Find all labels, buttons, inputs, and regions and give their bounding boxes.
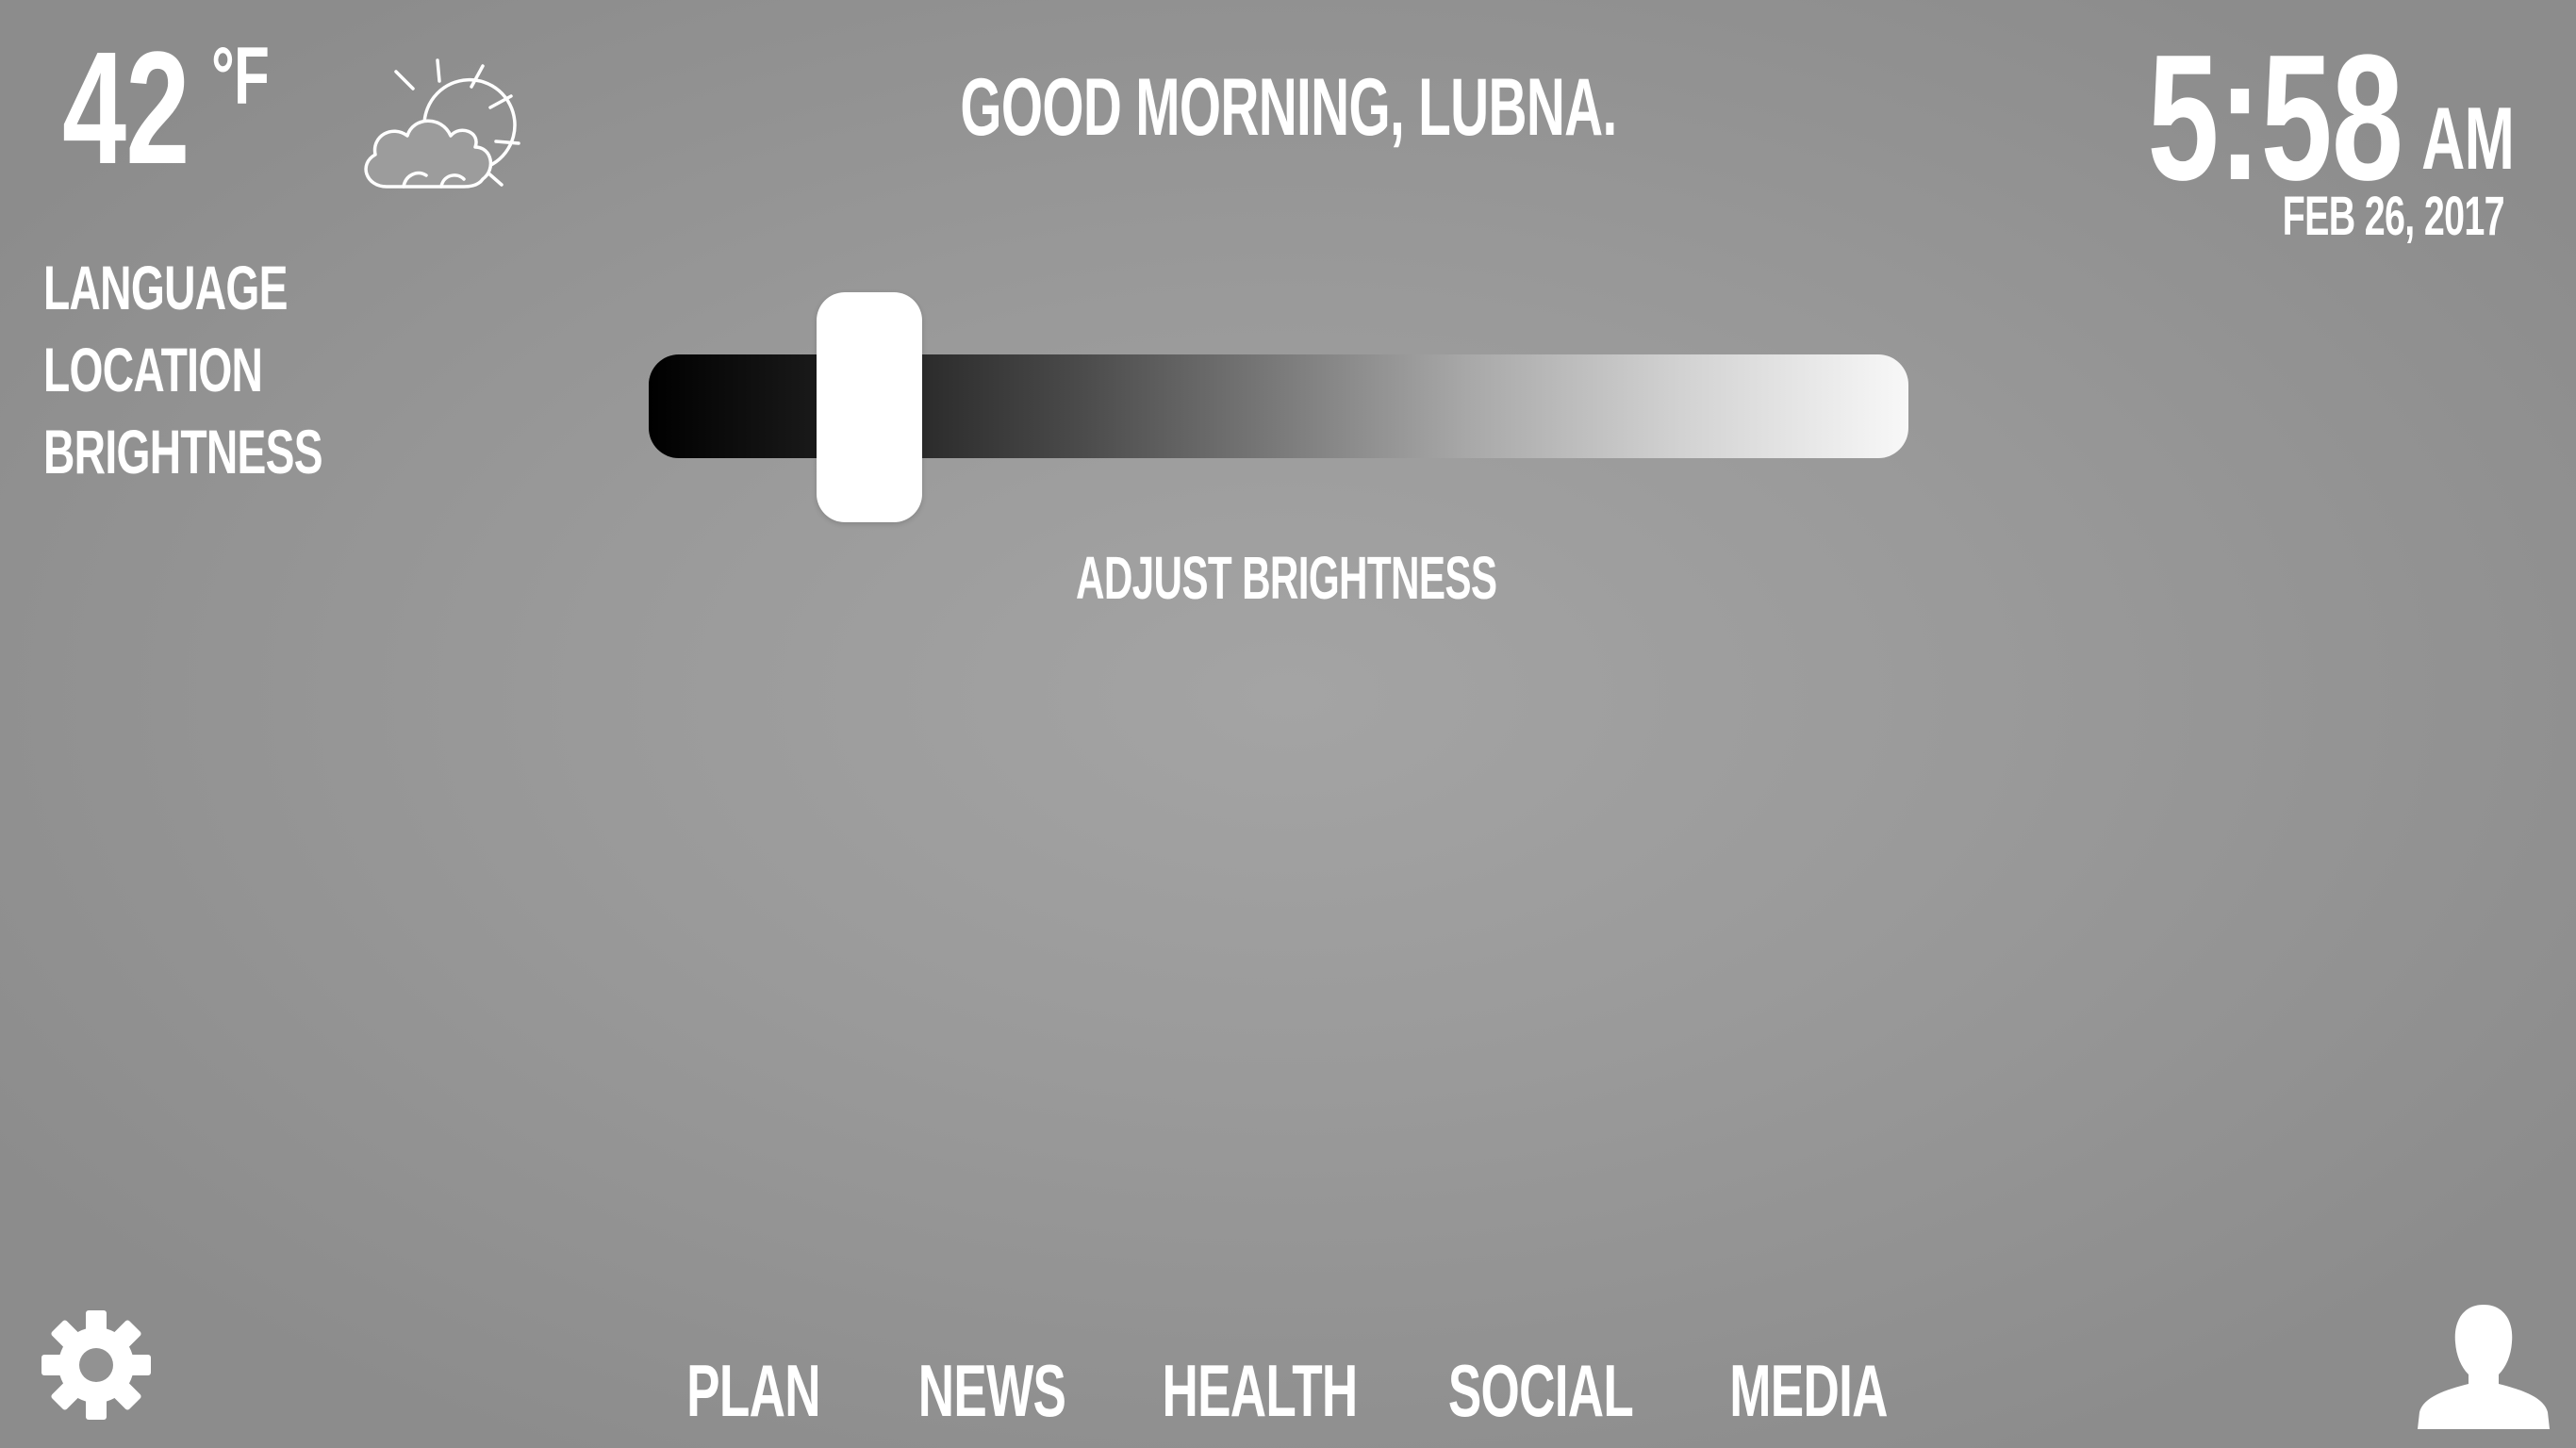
bottom-nav: PLAN NEWS HEALTH SOCIAL MEDIA (0, 1339, 2576, 1442)
slider-thumb[interactable] (816, 292, 922, 522)
brightness-slider[interactable] (649, 292, 1908, 524)
date-value: FEB 26, 2017 (2282, 186, 2505, 247)
nav-label: MEDIA (1729, 1349, 1888, 1432)
time-value: 5:58 (2147, 18, 2403, 218)
menu-item-language[interactable]: LANGUAGE (43, 247, 383, 329)
menu-item-label: LOCATION (43, 335, 263, 404)
nav-label: SOCIAL (1447, 1349, 1634, 1432)
user-silhouette-icon (2418, 1305, 2550, 1429)
nav-news[interactable]: NEWS (883, 1339, 1100, 1442)
nav-health[interactable]: HEALTH (1116, 1339, 1404, 1442)
menu-item-label: BRIGHTNESS (43, 417, 323, 486)
brightness-label: ADJUST BRIGHTNESS (0, 545, 2576, 611)
brightness-label-text: ADJUST BRIGHTNESS (1075, 544, 1497, 612)
greeting-text: GOOD MORNING, LUBNA. (959, 62, 1617, 153)
nav-social[interactable]: SOCIAL (1405, 1339, 1677, 1442)
menu-item-brightness[interactable]: BRIGHTNESS (43, 411, 383, 493)
nav-label: HEALTH (1162, 1349, 1358, 1432)
gear-icon (41, 1310, 151, 1420)
nav-label: NEWS (917, 1349, 1066, 1432)
time-ampm: AM (2420, 89, 2515, 188)
menu-item-location[interactable]: LOCATION (43, 329, 383, 411)
nav-media[interactable]: MEDIA (1693, 1339, 1924, 1442)
settings-menu: LANGUAGE LOCATION BRIGHTNESS (43, 247, 383, 493)
menu-item-label: LANGUAGE (43, 253, 288, 322)
profile-button[interactable] (2418, 1301, 2550, 1429)
nav-label: PLAN (686, 1349, 820, 1432)
nav-plan[interactable]: PLAN (655, 1339, 851, 1442)
clock-widget: 5:58 AM FEB 26, 2017 (2080, 18, 2515, 255)
settings-button[interactable] (40, 1308, 153, 1422)
